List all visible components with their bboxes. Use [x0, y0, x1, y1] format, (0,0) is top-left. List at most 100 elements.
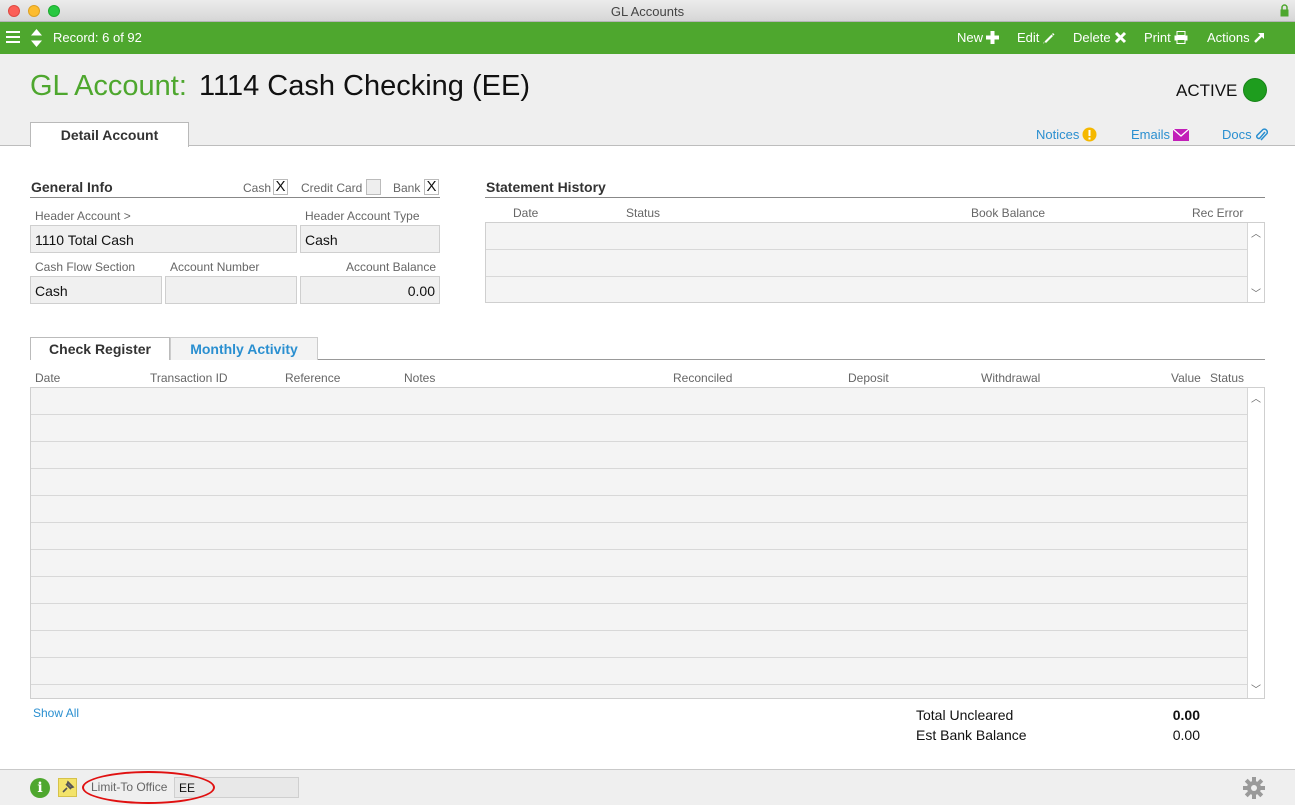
edit-label: Edit — [1017, 30, 1040, 45]
est-bank-balance-label: Est Bank Balance — [916, 727, 1027, 743]
cash-checkbox[interactable]: X — [273, 179, 288, 195]
bank-checkbox-label: Bank — [393, 181, 421, 195]
column-header-transaction-id[interactable]: Transaction ID — [150, 371, 228, 385]
header-account-link[interactable]: Header Account > — [35, 209, 131, 223]
cash-flow-section-label: Cash Flow Section — [35, 260, 136, 274]
show-all-link[interactable]: Show All — [33, 706, 79, 720]
table-row-divider — [486, 276, 1248, 277]
status-text: ACTIVE — [1176, 81, 1238, 100]
lock-icon — [1280, 4, 1289, 17]
column-header-date[interactable]: Date — [513, 206, 538, 220]
bank-checkbox[interactable]: X — [424, 179, 439, 195]
actions-label: Actions — [1207, 30, 1250, 45]
exclamation-icon — [1082, 127, 1097, 142]
total-uncleared-label: Total Uncleared — [916, 707, 1014, 723]
table-row-divider — [31, 549, 1248, 550]
emails-link[interactable]: Emails — [1131, 127, 1190, 142]
est-bank-balance-value: 0.00 — [1172, 727, 1200, 743]
cash-flow-section-field[interactable]: Cash — [30, 276, 162, 304]
pin-icon[interactable] — [58, 778, 77, 797]
edit-button[interactable]: Edit — [1017, 30, 1055, 45]
new-button[interactable]: New — [957, 30, 1000, 45]
print-button[interactable]: Print — [1144, 30, 1188, 45]
record-title: 1114 Cash Checking (EE) — [199, 70, 530, 102]
column-header-notes[interactable]: Notes — [404, 371, 435, 385]
table-row-divider — [31, 441, 1248, 442]
credit-card-checkbox-label: Credit Card — [301, 181, 363, 195]
scroll-up-icon[interactable]: ︿ — [1248, 225, 1264, 240]
toolbar: Record: 6 of 92 New Edit Delete Print Ac… — [0, 22, 1295, 54]
column-header-reconciled[interactable]: Reconciled — [673, 371, 732, 385]
column-header-date[interactable]: Date — [35, 371, 60, 385]
header-account-type-label: Header Account Type — [305, 209, 420, 223]
total-uncleared-value: 0.00 — [1172, 707, 1200, 723]
table-row-divider — [31, 468, 1248, 469]
tab-monthly-activity[interactable]: Monthly Activity — [170, 337, 318, 360]
scroll-down-icon[interactable]: ﹀ — [1248, 681, 1264, 696]
header-account-type-field[interactable]: Cash — [300, 225, 440, 253]
column-header-status[interactable]: Status — [626, 206, 660, 220]
column-header-withdrawal[interactable]: Withdrawal — [981, 371, 1040, 385]
table-row-divider — [31, 495, 1248, 496]
table-row-divider — [31, 684, 1248, 685]
pin-glyph — [62, 780, 75, 793]
account-balance-label: Account Balance — [345, 260, 436, 274]
check-register-grid[interactable]: ︿ ﹀ — [30, 387, 1265, 699]
docs-link[interactable]: Docs — [1222, 127, 1268, 142]
external-arrow-icon — [1253, 33, 1264, 43]
printer-icon — [1174, 31, 1188, 44]
x-icon — [1114, 31, 1126, 44]
column-header-status[interactable]: Status — [1210, 371, 1244, 385]
emails-label: Emails — [1131, 127, 1171, 142]
general-info-divider — [30, 197, 440, 198]
paperclip-icon — [1255, 127, 1268, 141]
status-indicator — [1243, 78, 1267, 102]
footer-bar: i Limit-To Office EE — [0, 769, 1295, 805]
account-balance-field[interactable]: 0.00 — [300, 276, 440, 304]
table-row-divider — [31, 603, 1248, 604]
highlight-annotation — [82, 771, 215, 804]
actions-button[interactable]: Actions — [1207, 30, 1266, 45]
tab-detail-account[interactable]: Detail Account — [30, 122, 189, 147]
credit-card-checkbox[interactable] — [366, 179, 381, 195]
column-header-value[interactable]: Value — [1171, 371, 1201, 385]
notices-link[interactable]: Notices — [1036, 127, 1097, 142]
column-header-reference[interactable]: Reference — [285, 371, 340, 385]
statement-history-divider — [485, 197, 1265, 198]
tab-check-register[interactable]: Check Register — [30, 337, 170, 360]
table-row-divider — [486, 249, 1248, 250]
record-nav-icon[interactable] — [30, 28, 43, 48]
window-title: GL Accounts — [610, 4, 685, 19]
column-header-book-balance[interactable]: Book Balance — [971, 206, 1045, 220]
notices-label: Notices — [1036, 127, 1080, 142]
new-label: New — [957, 30, 984, 45]
cash-checkbox-label: Cash — [243, 181, 272, 195]
table-row-divider — [31, 522, 1248, 523]
account-number-label: Account Number — [170, 260, 260, 274]
account-number-field[interactable] — [165, 276, 297, 304]
statement-history-grid[interactable]: ︿ ﹀ — [485, 222, 1265, 303]
delete-button[interactable]: Delete — [1073, 30, 1127, 45]
print-label: Print — [1144, 30, 1171, 45]
statement-history-scrollbar[interactable]: ︿ ﹀ — [1247, 223, 1264, 302]
scroll-down-icon[interactable]: ﹀ — [1248, 285, 1264, 300]
scroll-up-icon[interactable]: ︿ — [1248, 390, 1264, 405]
record-counter: Record: 6 of 92 — [53, 30, 142, 45]
menu-icon[interactable] — [6, 31, 20, 43]
envelope-icon — [1173, 128, 1190, 141]
column-header-deposit[interactable]: Deposit — [848, 371, 889, 385]
record-header: GL Account: 1114 Cash Checking (EE) ACTI… — [0, 54, 1295, 147]
plus-icon — [986, 31, 1000, 44]
tab-strip-divider — [318, 359, 1265, 360]
table-row-divider — [31, 576, 1248, 577]
gear-icon[interactable] — [1243, 777, 1265, 799]
table-row-divider — [31, 630, 1248, 631]
table-row-divider — [31, 414, 1248, 415]
pencil-icon — [1043, 33, 1055, 44]
info-icon[interactable]: i — [30, 778, 50, 798]
table-row-divider — [31, 657, 1248, 658]
check-register-scrollbar[interactable]: ︿ ﹀ — [1247, 388, 1264, 698]
delete-label: Delete — [1073, 30, 1111, 45]
header-account-field[interactable]: 1110 Total Cash — [30, 225, 297, 253]
column-header-rec-error[interactable]: Rec Error — [1192, 206, 1243, 220]
